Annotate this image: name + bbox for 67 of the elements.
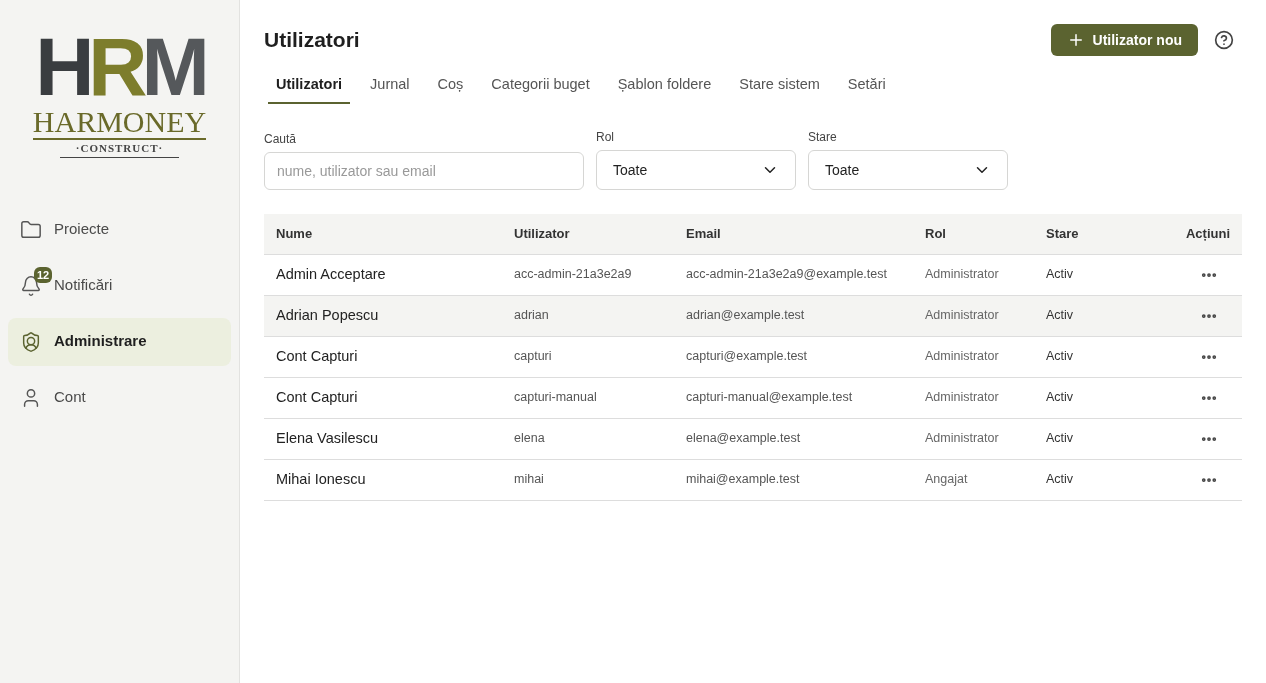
role-dropdown[interactable]: Toate (596, 150, 796, 190)
folder-icon (20, 218, 42, 241)
column-header: Email (674, 214, 913, 254)
table-cell: Elena Vasilescu (264, 418, 502, 459)
table-cell: mihai (502, 459, 674, 500)
shield-user-icon (20, 330, 42, 353)
sidebar-item[interactable]: 12 Notificări (8, 261, 231, 310)
table-row[interactable]: Elena Vasilescu elena elena@example.test Administrator Activ (264, 418, 1242, 459)
table-cell: capturi (502, 336, 674, 377)
table-cell: Administrator (913, 254, 1034, 295)
table-cell: Adrian Popescu (264, 295, 502, 336)
table-cell: capturi-manual (502, 377, 674, 418)
table-cell: Administrator (913, 336, 1034, 377)
table-cell: adrian@example.test (674, 295, 913, 336)
table-row[interactable]: Admin Acceptare acc-admin-21a3e2a9 acc-admin-21a3e2a9@example.test Administrator Activ (264, 254, 1242, 295)
table-cell: Admin Acceptare (264, 254, 502, 295)
column-header: Stare (1034, 214, 1129, 254)
table-cell: Mihai Ionescu (264, 459, 502, 500)
table-cell: Cont Capturi (264, 377, 502, 418)
field-label: Caută (264, 131, 298, 148)
table-cell: capturi@example.test (674, 336, 913, 377)
help-icon[interactable] (1214, 30, 1234, 50)
table-cell: Activ (1034, 336, 1129, 377)
table-cell: Activ (1034, 459, 1129, 500)
table-cell: Activ (1034, 377, 1129, 418)
tab[interactable]: Setări (839, 68, 894, 104)
table-row[interactable]: Cont Capturi capturi-manual capturi-manual@example.test Administrator Activ (264, 377, 1242, 418)
table-cell: Angajat (913, 459, 1034, 500)
notification-badge: 12 (34, 266, 53, 283)
tab[interactable]: Stare sistem (731, 68, 828, 104)
field-label: Stare (808, 129, 838, 146)
sidebar-item[interactable]: Cont (8, 373, 231, 422)
column-header: Rol (913, 214, 1034, 254)
table-cell: acc-admin-21a3e2a9@example.test (674, 254, 913, 295)
page-title: Utilizatori (264, 27, 360, 54)
table-cell: Administrator (913, 377, 1034, 418)
column-header: Utilizator (502, 214, 674, 254)
table-row[interactable]: Mihai Ionescu mihai mihai@example.test Angajat Activ (264, 459, 1242, 500)
table-cell: Activ (1034, 254, 1129, 295)
search-field[interactable]: nume, utilizator sau email (264, 152, 584, 190)
tab[interactable]: Utilizatori (268, 68, 351, 104)
table-cell: elena@example.test (674, 418, 913, 459)
table-cell: mihai@example.test (674, 459, 913, 500)
tab[interactable]: Coș (429, 68, 472, 104)
logo-tagline: ·CONSTRUCT· (59, 140, 180, 158)
tab[interactable]: Șablon foldere (609, 68, 720, 104)
field-label: Rol (596, 129, 615, 146)
column-header: Acțiuni (1128, 214, 1242, 254)
logo-mark: HRM (35, 28, 204, 106)
table-cell: capturi-manual@example.test (674, 377, 913, 418)
table-cell: elena (502, 418, 674, 459)
tab[interactable]: Jurnal (362, 68, 418, 104)
table-cell: Activ (1034, 418, 1129, 459)
table-row[interactable]: Cont Capturi capturi capturi@example.test Administrator Activ (264, 336, 1242, 377)
logo-name: HARMONEY (32, 106, 207, 140)
table-cell: adrian (502, 295, 674, 336)
table-cell: Administrator (913, 418, 1034, 459)
table-cell: Administrator (913, 295, 1034, 336)
status-dropdown[interactable]: Toate (808, 150, 1008, 190)
table-cell: Activ (1034, 295, 1129, 336)
column-header: Nume (264, 214, 502, 254)
sidebar-item[interactable]: Proiecte (8, 205, 231, 254)
new-user-button[interactable]: Utilizator nou (1050, 24, 1198, 56)
table-cell: acc-admin-21a3e2a9 (502, 254, 674, 295)
sidebar-item[interactable]: Administrare (8, 317, 231, 366)
table-cell: Cont Capturi (264, 336, 502, 377)
tab[interactable]: Categorii buget (483, 68, 598, 104)
